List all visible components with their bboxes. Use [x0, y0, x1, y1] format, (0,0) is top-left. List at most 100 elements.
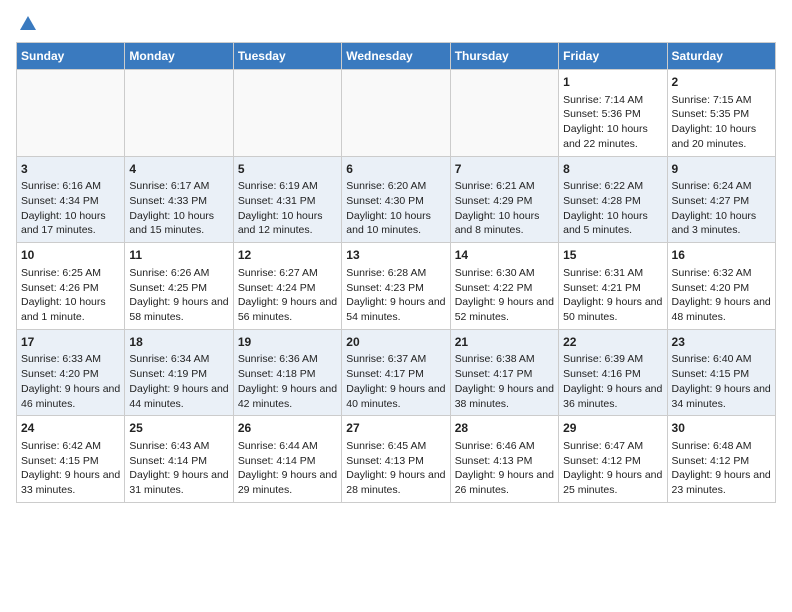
- day-number: 27: [346, 420, 445, 437]
- calendar-week-row: 1Sunrise: 7:14 AMSunset: 5:36 PMDaylight…: [17, 70, 776, 157]
- day-info: Daylight: 9 hours and 26 minutes.: [455, 468, 554, 497]
- day-number: 6: [346, 161, 445, 178]
- calendar-day-cell: [17, 70, 125, 157]
- day-info: Sunset: 4:12 PM: [672, 454, 771, 469]
- day-info: Sunrise: 7:14 AM: [563, 93, 662, 108]
- day-info: Sunset: 4:20 PM: [672, 281, 771, 296]
- calendar-day-cell: 19Sunrise: 6:36 AMSunset: 4:18 PMDayligh…: [233, 329, 341, 416]
- calendar-day-cell: 30Sunrise: 6:48 AMSunset: 4:12 PMDayligh…: [667, 416, 775, 503]
- day-info: Sunrise: 6:33 AM: [21, 352, 120, 367]
- calendar-day-cell: 26Sunrise: 6:44 AMSunset: 4:14 PMDayligh…: [233, 416, 341, 503]
- day-info: Sunset: 4:30 PM: [346, 194, 445, 209]
- day-info: Sunrise: 6:32 AM: [672, 266, 771, 281]
- day-number: 22: [563, 334, 662, 351]
- day-info: Daylight: 10 hours and 3 minutes.: [672, 209, 771, 238]
- calendar-week-row: 3Sunrise: 6:16 AMSunset: 4:34 PMDaylight…: [17, 156, 776, 243]
- weekday-header: Friday: [559, 43, 667, 70]
- day-info: Daylight: 9 hours and 50 minutes.: [563, 295, 662, 324]
- day-info: Daylight: 10 hours and 5 minutes.: [563, 209, 662, 238]
- day-info: Sunset: 4:19 PM: [129, 367, 228, 382]
- day-info: Daylight: 9 hours and 54 minutes.: [346, 295, 445, 324]
- day-info: Daylight: 9 hours and 58 minutes.: [129, 295, 228, 324]
- day-info: Sunset: 4:23 PM: [346, 281, 445, 296]
- day-info: Sunrise: 6:31 AM: [563, 266, 662, 281]
- day-number: 10: [21, 247, 120, 264]
- weekday-header: Monday: [125, 43, 233, 70]
- day-number: 17: [21, 334, 120, 351]
- calendar-day-cell: 18Sunrise: 6:34 AMSunset: 4:19 PMDayligh…: [125, 329, 233, 416]
- calendar-day-cell: [125, 70, 233, 157]
- calendar-day-cell: 28Sunrise: 6:46 AMSunset: 4:13 PMDayligh…: [450, 416, 558, 503]
- weekday-header: Thursday: [450, 43, 558, 70]
- day-info: Daylight: 9 hours and 52 minutes.: [455, 295, 554, 324]
- day-info: Sunset: 4:13 PM: [346, 454, 445, 469]
- day-info: Sunset: 4:33 PM: [129, 194, 228, 209]
- day-info: Daylight: 9 hours and 56 minutes.: [238, 295, 337, 324]
- day-info: Sunrise: 6:46 AM: [455, 439, 554, 454]
- day-info: Daylight: 9 hours and 42 minutes.: [238, 382, 337, 411]
- day-info: Sunset: 4:12 PM: [563, 454, 662, 469]
- day-info: Sunrise: 6:38 AM: [455, 352, 554, 367]
- calendar-day-cell: 11 Sunrise: 6:26 AMSunset: 4:25 PMDayligh…: [125, 243, 233, 330]
- day-info: Sunset: 4:22 PM: [455, 281, 554, 296]
- day-info: Daylight: 9 hours and 25 minutes.: [563, 468, 662, 497]
- day-info: Sunset: 4:18 PM: [238, 367, 337, 382]
- calendar-day-cell: 9Sunrise: 6:24 AMSunset: 4:27 PMDaylight…: [667, 156, 775, 243]
- day-number: 20: [346, 334, 445, 351]
- weekday-header: Wednesday: [342, 43, 450, 70]
- day-info: Daylight: 9 hours and 44 minutes.: [129, 382, 228, 411]
- day-info: Sunset: 4:17 PM: [455, 367, 554, 382]
- day-info: Sunset: 4:26 PM: [21, 281, 120, 296]
- weekday-header: Saturday: [667, 43, 775, 70]
- day-info: Sunrise: 7:15 AM: [672, 93, 771, 108]
- day-info: Sunset: 4:15 PM: [672, 367, 771, 382]
- day-info: Sunrise: 6:45 AM: [346, 439, 445, 454]
- day-info: Sunrise: 6:19 AM: [238, 179, 337, 194]
- day-info: Daylight: 10 hours and 17 minutes.: [21, 209, 120, 238]
- day-info: Daylight: 10 hours and 10 minutes.: [346, 209, 445, 238]
- day-info: Sunset: 4:25 PM: [129, 281, 228, 296]
- logo-triangle-icon: [20, 16, 36, 30]
- calendar-day-cell: 22Sunrise: 6:39 AMSunset: 4:16 PMDayligh…: [559, 329, 667, 416]
- calendar-day-cell: 1Sunrise: 7:14 AMSunset: 5:36 PMDaylight…: [559, 70, 667, 157]
- calendar-day-cell: 8Sunrise: 6:22 AMSunset: 4:28 PMDaylight…: [559, 156, 667, 243]
- day-info: Daylight: 10 hours and 20 minutes.: [672, 122, 771, 151]
- day-info: Sunrise: 6:26 AM: [129, 266, 228, 281]
- day-info: Sunrise: 6:48 AM: [672, 439, 771, 454]
- day-number: 5: [238, 161, 337, 178]
- day-number: 23: [672, 334, 771, 351]
- day-info: Sunset: 4:34 PM: [21, 194, 120, 209]
- calendar-day-cell: [342, 70, 450, 157]
- day-info: Daylight: 9 hours and 23 minutes.: [672, 468, 771, 497]
- calendar-day-cell: 7Sunrise: 6:21 AMSunset: 4:29 PMDaylight…: [450, 156, 558, 243]
- day-info: Daylight: 9 hours and 29 minutes.: [238, 468, 337, 497]
- day-info: Daylight: 9 hours and 36 minutes.: [563, 382, 662, 411]
- calendar-table: SundayMondayTuesdayWednesdayThursdayFrid…: [16, 42, 776, 503]
- day-info: Daylight: 9 hours and 31 minutes.: [129, 468, 228, 497]
- calendar-day-cell: 6Sunrise: 6:20 AMSunset: 4:30 PMDaylight…: [342, 156, 450, 243]
- day-info: Daylight: 9 hours and 48 minutes.: [672, 295, 771, 324]
- day-info: Sunset: 4:29 PM: [455, 194, 554, 209]
- day-info: Sunrise: 6:17 AM: [129, 179, 228, 194]
- day-number: 9: [672, 161, 771, 178]
- day-info: Daylight: 10 hours and 15 minutes.: [129, 209, 228, 238]
- calendar-day-cell: 29Sunrise: 6:47 AMSunset: 4:12 PMDayligh…: [559, 416, 667, 503]
- day-number: 2: [672, 74, 771, 91]
- calendar-day-cell: [233, 70, 341, 157]
- day-info: Sunset: 4:13 PM: [455, 454, 554, 469]
- calendar-day-cell: 3Sunrise: 6:16 AMSunset: 4:34 PMDaylight…: [17, 156, 125, 243]
- day-number: 11: [129, 247, 228, 264]
- day-info: Daylight: 10 hours and 1 minute.: [21, 295, 120, 324]
- day-info: Daylight: 9 hours and 38 minutes.: [455, 382, 554, 411]
- calendar-day-cell: 5Sunrise: 6:19 AMSunset: 4:31 PMDaylight…: [233, 156, 341, 243]
- day-info: Sunset: 4:31 PM: [238, 194, 337, 209]
- day-info: Sunrise: 6:37 AM: [346, 352, 445, 367]
- day-info: Sunset: 4:17 PM: [346, 367, 445, 382]
- day-info: Sunset: 5:35 PM: [672, 107, 771, 122]
- day-number: 8: [563, 161, 662, 178]
- day-info: Sunrise: 6:25 AM: [21, 266, 120, 281]
- weekday-header: Sunday: [17, 43, 125, 70]
- calendar-day-cell: 16Sunrise: 6:32 AMSunset: 4:20 PMDayligh…: [667, 243, 775, 330]
- day-number: 13: [346, 247, 445, 264]
- day-number: 26: [238, 420, 337, 437]
